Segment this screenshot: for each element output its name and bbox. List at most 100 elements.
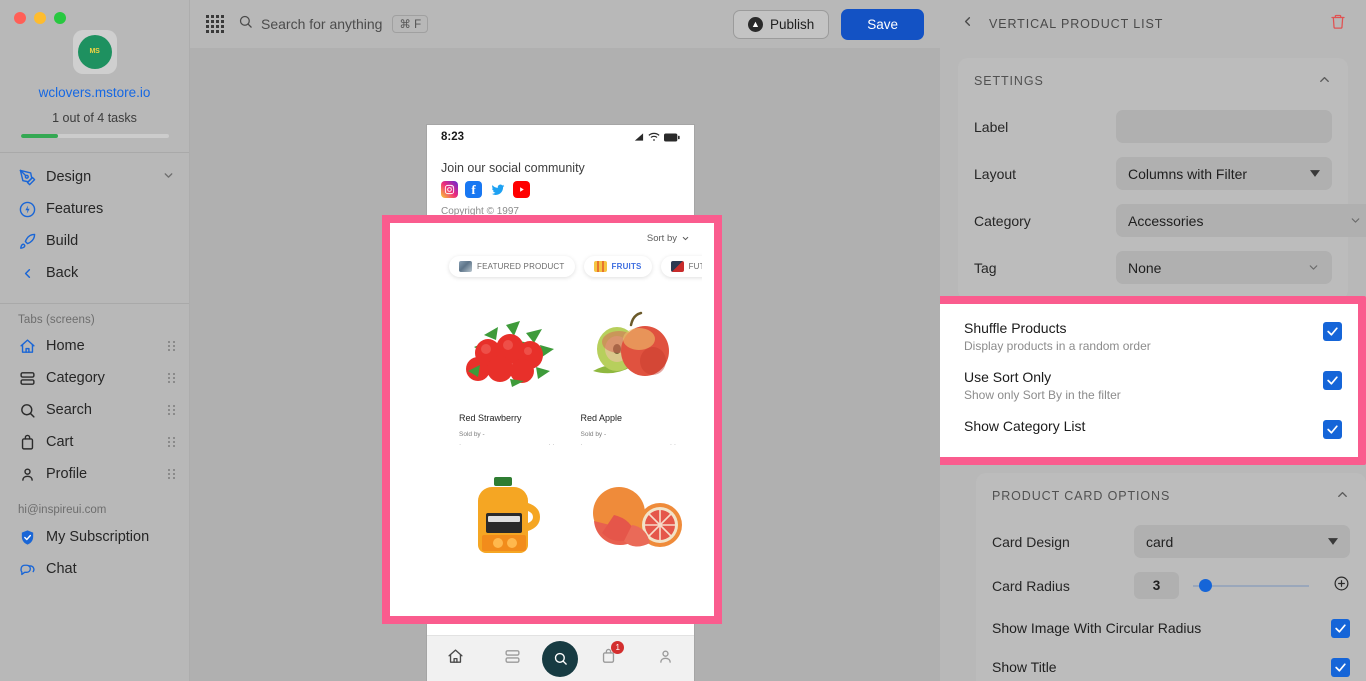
trash-icon[interactable] [1330, 13, 1346, 35]
chevron-down-icon [1351, 218, 1360, 223]
drag-handle-icon[interactable] [168, 437, 175, 447]
product-card-options-card: PRODUCT CARD OPTIONS Card Design card Ca… [976, 473, 1366, 681]
sidebar-item-home[interactable]: Home [0, 330, 189, 362]
sidebar-item-my-subscription[interactable]: My Subscription [0, 521, 189, 553]
chat-icon [18, 560, 36, 578]
product-meta: · · · [459, 441, 555, 448]
drag-handle-icon[interactable] [168, 373, 175, 383]
toggle-show-image-circular-radius[interactable]: Show Image With Circular Radius [992, 617, 1350, 638]
toggle-show-title[interactable]: Show Title [992, 656, 1350, 677]
maximize-window-button[interactable] [54, 12, 66, 24]
category-chip-featured-product[interactable]: FEATURED PRODUCT [449, 256, 575, 277]
dropdown-caret-icon [1310, 170, 1320, 177]
search-fab-icon[interactable] [542, 640, 579, 677]
option-use-sort-only[interactable]: Use Sort Only Show only Sort By in the f… [964, 359, 1342, 408]
show-category-list-checkbox[interactable] [1323, 420, 1342, 439]
sidebar-item-label: Design [46, 169, 92, 185]
card-design-row: Card Design card [992, 525, 1350, 558]
show-title-checkbox[interactable] [1331, 658, 1350, 677]
search-input[interactable]: Search for anything [261, 16, 382, 32]
strawberries-image [447, 291, 569, 409]
sidebar-item-features[interactable]: Features [0, 193, 189, 225]
card-design-select[interactable]: card [1134, 525, 1350, 558]
card-radius-slider[interactable] [1193, 576, 1333, 596]
shuffle-products-checkbox[interactable] [1323, 322, 1342, 341]
sidebar-item-profile[interactable]: Profile [0, 458, 189, 490]
facebook-icon[interactable]: f [465, 181, 482, 198]
chevron-up-icon[interactable] [1335, 487, 1350, 505]
product-cell[interactable] [569, 458, 691, 576]
card-radius-value[interactable]: 3 [1134, 572, 1179, 599]
product-sold-by: Sold by - [580, 431, 607, 438]
store-logo-text: MS [89, 48, 100, 56]
tabbar-category-icon[interactable] [504, 648, 521, 670]
sidebar-item-label: Build [46, 233, 79, 249]
chevron-up-icon[interactable] [1317, 72, 1332, 90]
sidebar-item-search[interactable]: Search [0, 394, 189, 426]
tag-select[interactable]: None [1116, 251, 1332, 284]
global-search[interactable]: Search for anything ⌘ F [238, 14, 429, 34]
option-title: Use Sort Only [964, 369, 1052, 385]
chevron-down-icon [682, 236, 689, 241]
sidebar-item-chat[interactable]: Chat [0, 553, 189, 585]
sidebar-item-label: Profile [46, 466, 88, 482]
label-input[interactable] [1116, 110, 1332, 143]
option-shuffle-products[interactable]: Shuffle Products Display products in a r… [964, 310, 1342, 359]
drag-handle-icon[interactable] [168, 341, 175, 351]
sidebar-item-label: Search [46, 402, 92, 418]
tabbar-home-icon[interactable] [447, 648, 464, 670]
label-row: Label [974, 110, 1332, 143]
slider-knob[interactable] [1198, 579, 1212, 592]
product-card-options-label: PRODUCT CARD OPTIONS [992, 489, 1171, 503]
sort-by-control[interactable]: Sort by [435, 223, 702, 244]
sidebar-item-build[interactable]: Build [0, 225, 189, 257]
store-name-link[interactable]: wclovers.mstore.io [0, 85, 189, 100]
sidebar-item-back[interactable]: Back [0, 257, 189, 289]
plus-circle-icon[interactable] [1333, 575, 1350, 597]
product-cell[interactable]: Red Strawberry Sold by - · · · [447, 291, 569, 448]
layout-select[interactable]: Columns with Filter [1116, 157, 1332, 190]
account-nav: My Subscription Chat [0, 521, 189, 585]
drag-handle-icon[interactable] [168, 405, 175, 415]
product-cell[interactable]: Red Apple Sold by - · · · [569, 291, 691, 448]
minimize-window-button[interactable] [34, 12, 46, 24]
option-show-category-list[interactable]: Show Category List [964, 408, 1342, 445]
store-logo: MS [72, 30, 117, 74]
category-select[interactable]: Accessories [1116, 204, 1366, 237]
tag-field-label: Tag [974, 259, 997, 276]
category-chip-future[interactable]: FUTURE I [660, 256, 702, 277]
store-summary: MS wclovers.mstore.io 1 out of 4 tasks [0, 24, 189, 138]
search-shortcut-hint: ⌘ F [392, 15, 429, 33]
design-icon [18, 168, 36, 186]
search-icon [18, 401, 36, 419]
tabbar-cart-icon[interactable]: 1 [600, 640, 625, 670]
settings-card-header[interactable]: SETTINGS [974, 72, 1332, 96]
chevron-left-icon[interactable] [960, 14, 975, 34]
tabbar-profile-icon[interactable] [657, 648, 674, 670]
instagram-icon[interactable] [441, 181, 458, 198]
save-button[interactable]: Save [841, 8, 924, 40]
drag-handle-icon[interactable] [168, 469, 175, 479]
apple-image [569, 291, 691, 409]
card-radius-label: Card Radius [992, 577, 1070, 594]
sidebar-item-category[interactable]: Category [0, 362, 189, 394]
close-window-button[interactable] [14, 12, 26, 24]
tag-row: Tag None [974, 251, 1332, 284]
tabs-section-label: Tabs (screens) [18, 314, 95, 326]
youtube-icon[interactable] [513, 181, 530, 198]
chevron-down-icon[interactable] [162, 169, 175, 186]
sidebar-item-design[interactable]: Design [0, 161, 189, 193]
show-image-circular-radius-checkbox[interactable] [1331, 619, 1350, 638]
twitter-icon[interactable] [489, 181, 506, 198]
apps-grid-icon[interactable] [206, 15, 224, 33]
account-email: hi@inspireui.com [18, 504, 107, 516]
product-card-options-header[interactable]: PRODUCT CARD OPTIONS [992, 487, 1350, 511]
sidebar-item-cart[interactable]: Cart [0, 426, 189, 458]
phone-preview: 8:23 Join our social community f Copyrig… [382, 125, 722, 681]
publish-button[interactable]: ▲ Publish [732, 9, 830, 39]
category-chip-fruits[interactable]: FRUITS [583, 256, 652, 277]
chip-thumbnail [459, 261, 472, 272]
status-time: 8:23 [441, 131, 465, 143]
use-sort-only-checkbox[interactable] [1323, 371, 1342, 390]
product-cell[interactable] [447, 458, 569, 576]
